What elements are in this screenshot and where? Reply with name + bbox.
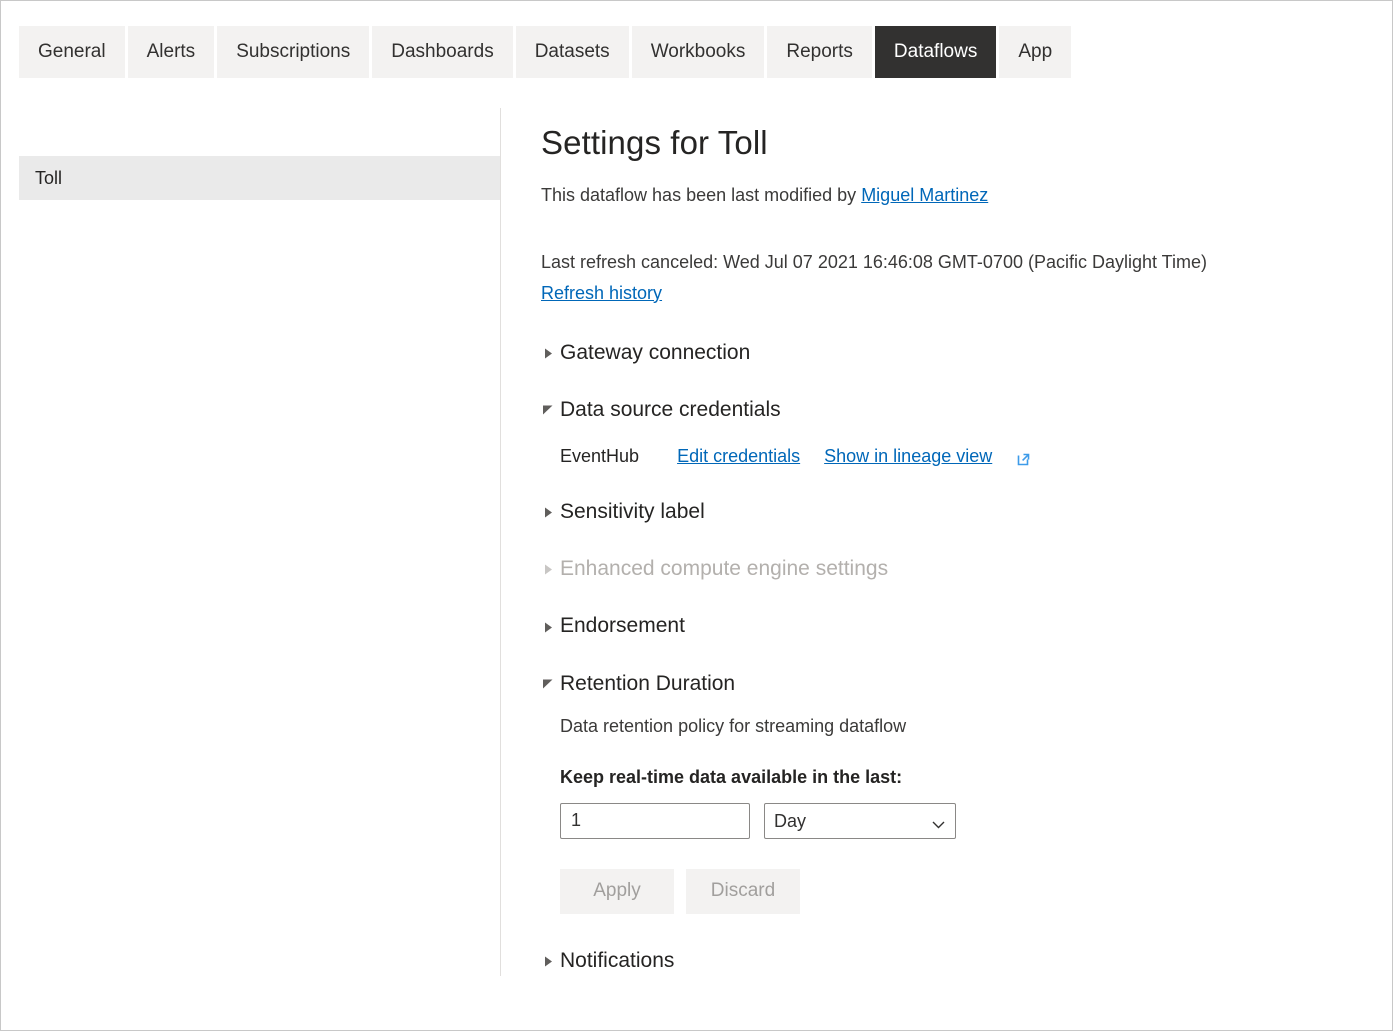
credential-row: EventHub Edit credentials Show in lineag… bbox=[560, 446, 1372, 467]
section-title-sensitivity-label: Sensitivity label bbox=[560, 499, 705, 524]
refresh-status-block: Last refresh canceled: Wed Jul 07 2021 1… bbox=[541, 249, 1372, 308]
tab-datasets[interactable]: Datasets bbox=[516, 26, 629, 78]
list-item-label: Toll bbox=[35, 168, 62, 189]
chevron-right-icon bbox=[541, 346, 556, 361]
last-modified-prefix: This dataflow has been last modified by bbox=[541, 185, 861, 205]
section-data-source-credentials: Data source credentials EventHub Edit cr… bbox=[541, 397, 1372, 467]
section-header-sensitivity-label[interactable]: Sensitivity label bbox=[541, 499, 1372, 524]
section-gateway-connection: Gateway connection bbox=[541, 340, 1372, 365]
chevron-right-icon bbox=[541, 954, 556, 969]
section-sensitivity-label: Sensitivity label bbox=[541, 499, 1372, 524]
section-body-retention-duration: Data retention policy for streaming data… bbox=[541, 716, 1372, 914]
pane-divider bbox=[500, 108, 501, 976]
tab-reports[interactable]: Reports bbox=[767, 26, 872, 78]
section-header-retention-duration[interactable]: Retention Duration bbox=[541, 671, 1372, 696]
section-title-enhanced-compute-engine-settings: Enhanced compute engine settings bbox=[560, 556, 888, 581]
section-title-notifications: Notifications bbox=[560, 948, 674, 973]
retention-amount-input[interactable] bbox=[560, 803, 750, 839]
section-header-gateway-connection[interactable]: Gateway connection bbox=[541, 340, 1372, 365]
section-enhanced-compute-engine-settings: Enhanced compute engine settings bbox=[541, 556, 1372, 581]
section-header-notifications[interactable]: Notifications bbox=[541, 948, 1372, 973]
chevron-right-icon bbox=[541, 505, 556, 520]
workspace-tab-bar: General Alerts Subscriptions Dashboards … bbox=[19, 26, 1071, 78]
retention-unit-select[interactable]: DayDaysHourHoursWeekWeeks bbox=[764, 803, 956, 839]
section-header-data-source-credentials[interactable]: Data source credentials bbox=[541, 397, 1372, 422]
external-link-icon[interactable] bbox=[1016, 451, 1032, 467]
section-title-endorsement: Endorsement bbox=[560, 613, 685, 638]
section-header-endorsement[interactable]: Endorsement bbox=[541, 613, 1372, 638]
retention-field-row: DayDaysHourHoursWeekWeeks bbox=[560, 803, 1372, 839]
tab-dashboards[interactable]: Dashboards bbox=[372, 26, 512, 78]
tab-workbooks[interactable]: Workbooks bbox=[632, 26, 765, 78]
discard-button[interactable]: Discard bbox=[686, 869, 800, 914]
tab-app[interactable]: App bbox=[999, 26, 1071, 78]
refresh-history-link[interactable]: Refresh history bbox=[541, 280, 662, 308]
list-item-toll[interactable]: Toll bbox=[19, 156, 501, 200]
section-notifications: Notifications bbox=[541, 948, 1372, 973]
credential-source-name: EventHub bbox=[560, 446, 639, 467]
tab-alerts[interactable]: Alerts bbox=[128, 26, 215, 78]
chevron-right-icon bbox=[541, 562, 556, 577]
tab-general[interactable]: General bbox=[19, 26, 125, 78]
settings-page: General Alerts Subscriptions Dashboards … bbox=[0, 0, 1393, 1031]
show-in-lineage-view-link[interactable]: Show in lineage view bbox=[824, 446, 992, 467]
section-retention-duration: Retention Duration Data retention policy… bbox=[541, 671, 1372, 914]
section-header-enhanced-compute-engine-settings: Enhanced compute engine settings bbox=[541, 556, 1372, 581]
edit-credentials-link[interactable]: Edit credentials bbox=[677, 446, 800, 467]
apply-button[interactable]: Apply bbox=[560, 869, 674, 914]
page-title: Settings for Toll bbox=[541, 123, 1372, 163]
tab-subscriptions[interactable]: Subscriptions bbox=[217, 26, 369, 78]
retention-button-row: Apply Discard bbox=[560, 869, 1372, 914]
last-refresh-text: Last refresh canceled: Wed Jul 07 2021 1… bbox=[541, 249, 1372, 277]
retention-field-label: Keep real-time data available in the las… bbox=[560, 767, 1372, 788]
section-title-data-source-credentials: Data source credentials bbox=[560, 397, 781, 422]
settings-detail-pane: Settings for Toll This dataflow has been… bbox=[541, 123, 1372, 973]
triangle-expanded-icon bbox=[541, 677, 556, 692]
triangle-expanded-icon bbox=[541, 403, 556, 418]
section-title-retention-duration: Retention Duration bbox=[560, 671, 735, 696]
section-endorsement: Endorsement bbox=[541, 613, 1372, 638]
tab-dataflows[interactable]: Dataflows bbox=[875, 26, 996, 78]
chevron-right-icon bbox=[541, 620, 556, 635]
retention-description: Data retention policy for streaming data… bbox=[560, 716, 1372, 737]
retention-unit-wrap: DayDaysHourHoursWeekWeeks bbox=[764, 803, 956, 839]
section-title-gateway-connection: Gateway connection bbox=[560, 340, 750, 365]
last-modified-text: This dataflow has been last modified by … bbox=[541, 183, 1372, 207]
section-body-data-source-credentials: EventHub Edit credentials Show in lineag… bbox=[541, 446, 1372, 467]
dataflow-list-pane: Toll bbox=[2, 108, 500, 974]
last-modified-user-link[interactable]: Miguel Martinez bbox=[861, 185, 988, 205]
